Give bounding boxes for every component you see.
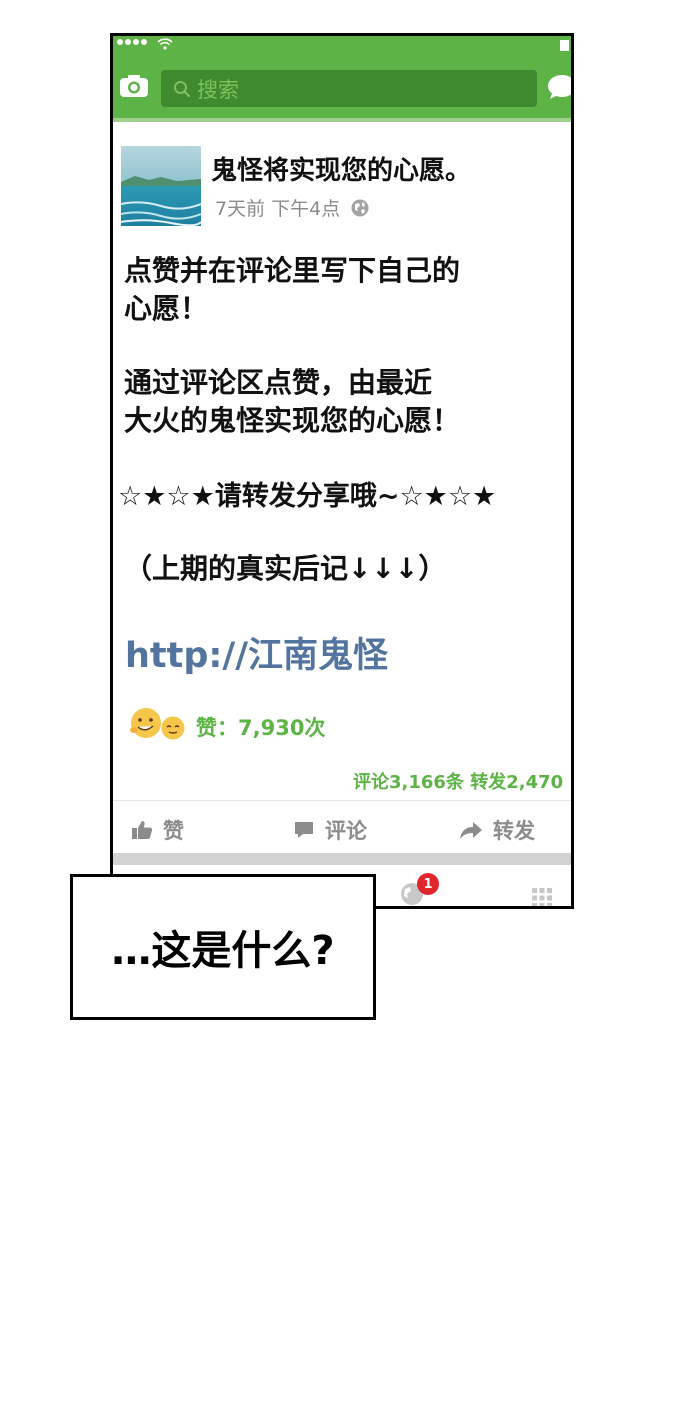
thumbs-up-icon <box>132 821 153 839</box>
camera-icon[interactable] <box>119 74 149 98</box>
globe-icon <box>351 199 369 216</box>
search-placeholder: 搜索 <box>197 77 239 102</box>
comment-label: 评论 <box>325 819 367 843</box>
post-link[interactable]: http://江南鬼怪 <box>125 627 388 678</box>
chat-icon[interactable] <box>547 73 574 101</box>
phone-screen: 搜索 鬼怪将实现您的心愿。 7天前 下午4点 点赞并在评论里写下自己的 心愿！ … <box>110 33 574 909</box>
divider <box>113 853 571 865</box>
like-count: 赞：7,930次 <box>196 716 326 740</box>
speech-text: …这是什么? <box>111 928 335 974</box>
grid-icon[interactable] <box>531 887 553 909</box>
search-bar: 搜索 <box>113 56 571 118</box>
emoji-icon <box>130 708 161 738</box>
post-meta: 7天前 下午4点 <box>215 194 370 221</box>
search-input[interactable]: 搜索 <box>161 70 537 107</box>
post-author[interactable]: 鬼怪将实现您的心愿。 <box>211 150 471 187</box>
post-text-3: ☆★☆★请转发分享哦~☆★☆★ <box>118 481 497 512</box>
action-bar: 赞 评论 转发 <box>113 800 571 853</box>
post-text-line: 通过评论区点赞，由最近 <box>124 366 433 399</box>
status-bar <box>113 36 571 56</box>
avatar[interactable] <box>121 146 201 226</box>
share-icon <box>460 822 482 839</box>
post-text-line: 心愿！ <box>124 292 209 325</box>
speech-bubble: …这是什么? <box>70 874 376 1020</box>
post-text-line: 大火的鬼怪实现您的心愿！ <box>124 404 461 437</box>
like-button[interactable]: 赞 <box>131 815 184 845</box>
emoji-icon <box>161 716 185 740</box>
post-text-1: 点赞并在评论里写下自己的 心愿！ <box>124 252 564 328</box>
like-summary[interactable]: 赞：7,930次 <box>128 704 325 742</box>
comment-button[interactable]: 评论 <box>293 815 367 845</box>
notification-badge: 1 <box>417 873 439 895</box>
signal-dots <box>117 39 147 45</box>
battery-icon <box>560 40 569 51</box>
post-time: 7天前 下午4点 <box>215 198 341 220</box>
comment-icon <box>295 822 313 838</box>
post-text-2: 通过评论区点赞，由最近 大火的鬼怪实现您的心愿！ <box>124 364 564 440</box>
share-button[interactable]: 转发 <box>459 815 535 845</box>
post-text-4: （上期的真实后记↓↓↓） <box>124 552 447 585</box>
post-text-line: 点赞并在评论里写下自己的 <box>124 254 461 287</box>
search-icon <box>174 80 191 97</box>
like-label: 赞 <box>163 819 184 843</box>
feed-post: 鬼怪将实现您的心愿。 7天前 下午4点 点赞并在评论里写下自己的 心愿！ 通过评… <box>113 122 571 802</box>
comment-share-counts[interactable]: 评论3,166条 转发2,470 <box>353 768 563 794</box>
wifi-icon <box>157 38 173 50</box>
share-label: 转发 <box>493 819 535 843</box>
